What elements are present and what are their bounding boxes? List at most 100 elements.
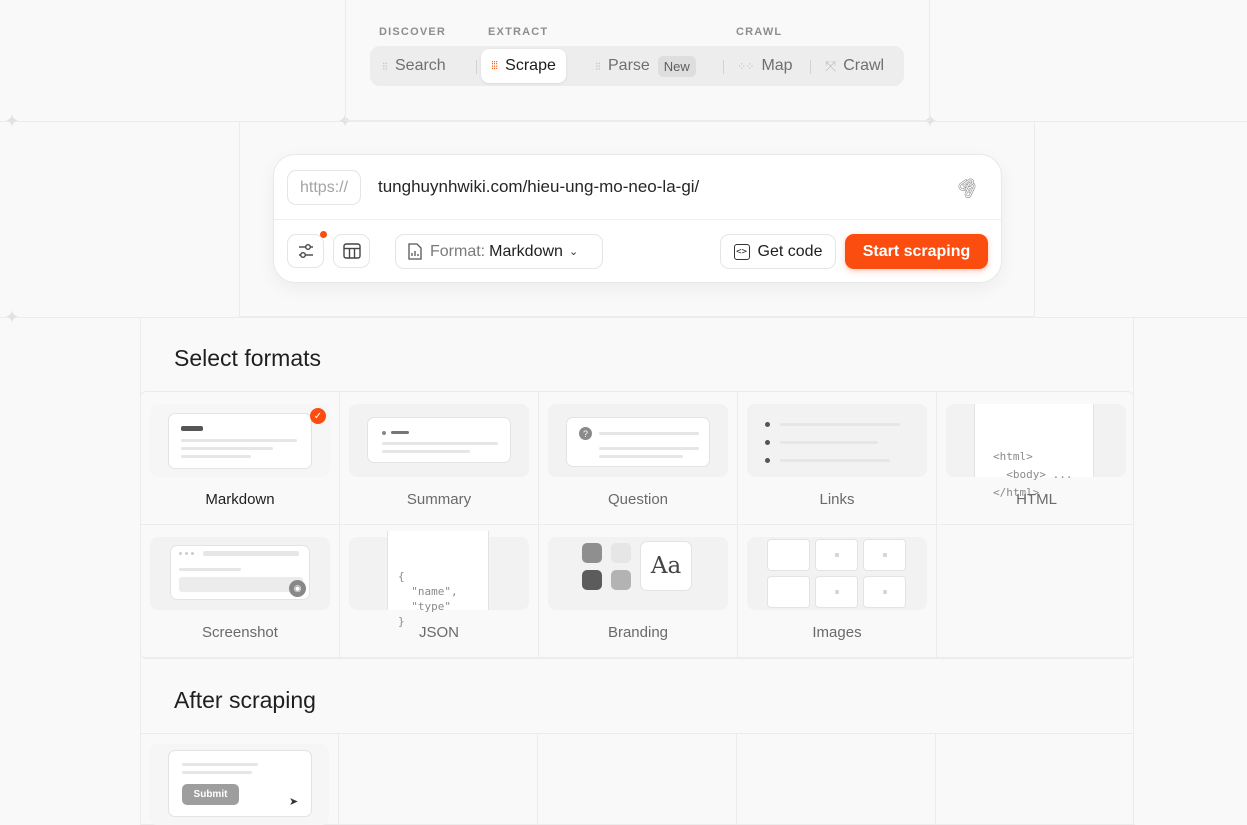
code-line: { [398, 570, 405, 583]
format-html[interactable]: <html> <body> ... </html> HTML [937, 392, 1133, 525]
json-preview: { "name", "type"} [349, 531, 529, 628]
tab-label: Scrape [505, 57, 556, 74]
divider [274, 219, 1001, 220]
code-line: "name", [398, 585, 458, 598]
image-tile [815, 539, 858, 571]
search-mode-icon: ⁝⁝ [382, 60, 388, 73]
branding-preview: Aa [548, 537, 728, 610]
format-images[interactable]: Images [738, 525, 937, 658]
format-label: Images [812, 624, 862, 641]
format-markdown[interactable]: ✓ Markdown [141, 392, 340, 525]
action-empty [737, 734, 936, 825]
doc-card [168, 413, 312, 469]
code-line: "type" [398, 600, 451, 613]
format-label: Branding [607, 624, 669, 641]
tab-label: Crawl [843, 57, 885, 74]
divider [723, 60, 724, 74]
tab-label: Map [761, 57, 793, 74]
select-formats-title: Select formats [174, 345, 321, 371]
format-label: HTML [1016, 491, 1057, 508]
doc-card [367, 417, 511, 463]
question-icon: ? [579, 427, 592, 440]
category-extract: EXTRACT [488, 26, 549, 38]
format-dropdown[interactable]: Format: Markdown ⌄ [395, 234, 603, 269]
action-submit[interactable]: Submit ➤ [140, 734, 339, 825]
tab-parse[interactable]: ⁝⁝ Parse New [595, 49, 696, 83]
color-swatch [582, 570, 602, 590]
form-card: Submit ➤ [168, 750, 312, 817]
format-screenshot[interactable]: ◉ Screenshot [141, 525, 340, 658]
format-value: Markdown [489, 242, 563, 260]
code-line: <html> [993, 450, 1033, 463]
format-links[interactable]: Links [738, 392, 937, 525]
format-empty [937, 525, 1133, 658]
submit-button: Submit [182, 784, 239, 805]
tab-search[interactable]: ⁝⁝ Search [382, 49, 446, 83]
format-json[interactable]: { "name", "type"} JSON [340, 525, 539, 658]
code-card: <html> <body> ... </html> [974, 404, 1094, 499]
code-card: { "name", "type"} [387, 531, 489, 628]
sliders-icon [298, 244, 313, 258]
after-scraping-grid: Submit ➤ [140, 734, 1135, 825]
markdown-preview [150, 404, 330, 477]
image-tile [863, 576, 906, 608]
sparkle-icon: ✦ [4, 111, 20, 131]
format-label: Markdown [205, 491, 275, 508]
submit-preview: Submit ➤ [149, 744, 329, 825]
tab-scrape[interactable]: ⁞⁞⁞ Scrape [481, 49, 566, 83]
get-code-button[interactable]: <> Get code [720, 234, 836, 269]
divider [476, 60, 477, 74]
sparkle-icon: ✦ [4, 307, 20, 327]
action-empty [936, 734, 1135, 825]
code-icon: <> [733, 243, 750, 260]
format-summary[interactable]: Summary [340, 392, 539, 525]
file-chart-icon [408, 243, 422, 260]
tab-crawl[interactable]: ⤧ Crawl [825, 49, 884, 83]
color-swatch [611, 543, 631, 563]
code-line: <body> ... [993, 468, 1073, 481]
tab-label: Search [395, 57, 446, 74]
image-tile [863, 539, 906, 571]
tab-map[interactable]: ⁘⁘ Map [737, 49, 793, 83]
start-scraping-button[interactable]: Start scraping [845, 234, 988, 269]
action-empty [538, 734, 737, 825]
color-swatch [611, 570, 631, 590]
checkmark-icon: ✓ [310, 408, 326, 424]
image-tile [815, 576, 858, 608]
url-input[interactable]: tunghuynhwiki.com/hieu-ung-mo-neo-la-gi/ [378, 177, 699, 197]
screenshot-preview: ◉ [150, 537, 330, 610]
action-empty [339, 734, 538, 825]
tab-label: Parse [608, 57, 650, 74]
get-code-label: Get code [757, 242, 823, 260]
mode-tabs: ⁝⁝ Search ⁞⁞⁞ Scrape ⁝⁝ Parse New ⁘⁘ Map… [370, 46, 904, 86]
format-branding[interactable]: Aa Branding [539, 525, 738, 658]
category-discover: DISCOVER [379, 26, 447, 38]
summary-preview [349, 404, 529, 477]
format-label: Summary [406, 491, 472, 508]
image-tile [767, 539, 810, 571]
cursor-icon: ➤ [289, 796, 299, 808]
format-label: Links [819, 491, 855, 508]
crawl-mode-icon: ⤧ [825, 57, 836, 74]
after-scraping-title: After scraping [174, 687, 316, 713]
attach-icon[interactable]: 🖇 [952, 172, 983, 203]
table-icon [342, 243, 361, 259]
question-preview: ? [548, 404, 728, 477]
notification-dot [320, 231, 327, 238]
table-view-button[interactable] [333, 234, 370, 268]
typography-sample: Aa [640, 541, 692, 591]
parse-mode-icon: ⁝⁝ [595, 60, 601, 73]
camera-icon: ◉ [289, 580, 306, 597]
map-mode-icon: ⁘⁘ [737, 60, 754, 73]
format-label: Format: [430, 242, 486, 260]
category-crawl: CRAWL [736, 26, 783, 38]
images-preview [747, 537, 927, 610]
settings-button[interactable] [287, 231, 327, 268]
chevron-down-icon: ⌄ [568, 246, 579, 258]
format-label: Screenshot [202, 624, 278, 641]
format-question[interactable]: ? Question [539, 392, 738, 525]
scrape-mode-icon: ⁞⁞⁞ [491, 60, 498, 72]
formats-grid: ✓ Markdown Summary ? Question Links <htm… [140, 391, 1134, 659]
url-card: https:// tunghuynhwiki.com/hieu-ung-mo-n… [273, 154, 1002, 283]
doc-card: ? [566, 417, 710, 467]
